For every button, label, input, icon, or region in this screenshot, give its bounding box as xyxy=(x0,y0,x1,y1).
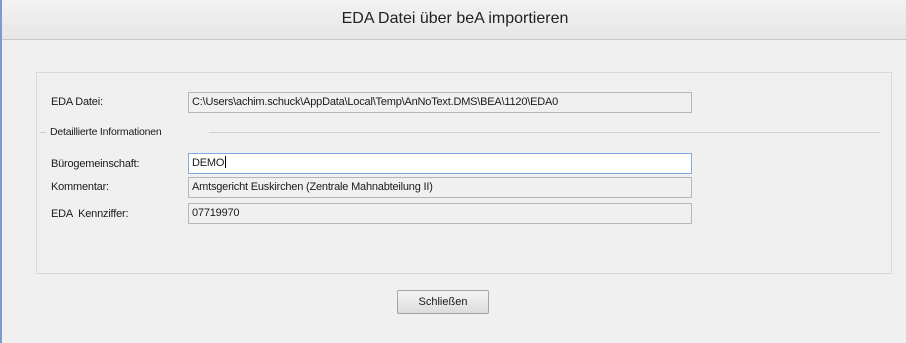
kennziffer-field[interactable]: 07719970 xyxy=(188,203,692,224)
group-label: Detaillierte Informationen xyxy=(50,126,162,138)
eda-datei-field[interactable]: C:\Users\achim.schuck\AppData\Local\Temp… xyxy=(188,92,692,113)
kommentar-label: Kommentar: xyxy=(51,181,109,193)
title-bar[interactable]: EDA Datei über beA importieren xyxy=(2,0,906,40)
eda-datei-label: EDA Datei: xyxy=(51,96,103,108)
group-divider-left xyxy=(40,132,46,133)
buerogemeinschaft-label: Bürogemeinschaft: xyxy=(51,158,140,170)
group-divider-right xyxy=(209,132,880,133)
kommentar-field[interactable]: Amtsgericht Euskirchen (Zentrale Mahnabt… xyxy=(188,177,692,198)
buerogemeinschaft-field[interactable]: DEMO xyxy=(188,153,692,174)
close-button[interactable]: Schließen xyxy=(397,290,489,314)
buerogemeinschaft-value: DEMO xyxy=(192,157,225,169)
dialog-window: EDA Datei über beA importieren EDA Datei… xyxy=(0,0,906,343)
window-title: EDA Datei über beA importieren xyxy=(341,10,569,27)
text-caret xyxy=(225,156,227,168)
kennziffer-label: EDA Kennziffer: xyxy=(51,208,129,220)
